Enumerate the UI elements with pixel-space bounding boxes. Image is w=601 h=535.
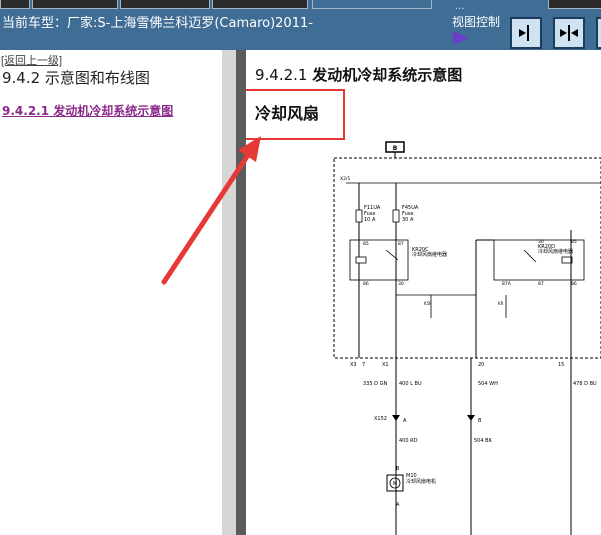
wire-6: 504 BK: [474, 438, 493, 444]
back-link[interactable]: [返回上一级]: [1, 52, 62, 68]
vehicle-title: 当前车型：厂家:S-上海雪佛兰科迈罗(Camaro)2011-: [2, 16, 313, 31]
top-tab-5[interactable]: [312, 0, 432, 9]
wire-4: 478 D BU: [573, 381, 597, 387]
wire-5: 400 RD: [399, 438, 418, 444]
connector-top-label: B: [393, 145, 398, 152]
wire-1: 335 D GN: [363, 381, 387, 387]
conn-x1: X1: [382, 362, 389, 368]
top-tabs: [0, 0, 601, 9]
pin-85a: 85: [363, 241, 369, 247]
split-view-icon: [560, 25, 578, 41]
red-arrow-icon: [161, 136, 261, 285]
top-tab-2[interactable]: [32, 0, 118, 9]
top-tab-6[interactable]: [548, 0, 601, 9]
box-label-text: X2/1: [340, 176, 350, 182]
svg-text:KR: KR: [498, 301, 504, 306]
conn-20: 20: [478, 362, 484, 368]
pin-86a: 86: [363, 281, 369, 287]
pin-b2: B: [396, 466, 400, 472]
top-tab-4[interactable]: [212, 0, 308, 9]
conn-x152: X152: [374, 416, 387, 422]
fuse2-rating: 30 A: [402, 217, 414, 223]
fuse-2: [392, 209, 400, 223]
split-view-button[interactable]: [553, 17, 585, 49]
left-scrollbar[interactable]: [222, 50, 236, 535]
pin-30a: 30: [398, 281, 404, 287]
more-button[interactable]: [596, 17, 601, 49]
play-triangle-icon[interactable]: [453, 31, 469, 45]
pin-b1: B: [478, 418, 482, 424]
pin-87b: 87: [538, 281, 544, 287]
top-tab-1[interactable]: [0, 0, 30, 9]
collapse-left-icon: [519, 25, 529, 41]
relay1-desc: 冷却风扇继电器: [412, 251, 447, 258]
collapse-left-button[interactable]: [510, 17, 542, 49]
conn-15: 15: [558, 362, 564, 368]
more-dots[interactable]: ...: [455, 1, 465, 12]
fuse1-rating: 10 A: [364, 217, 376, 223]
svg-text:K5P: K5P: [424, 301, 432, 306]
pin-a1: A: [403, 418, 407, 424]
top-tab-3[interactable]: [120, 0, 210, 9]
conn-7: 7: [362, 362, 365, 368]
pin-87a: 87: [398, 241, 404, 247]
motor-desc: 冷却风扇电机: [406, 478, 436, 485]
view-control-label: 视图控制: [452, 15, 501, 29]
pin-30b: 30: [538, 239, 544, 245]
motor-symbol-icon: M: [393, 481, 397, 487]
pin-85b: 85: [571, 239, 577, 245]
fuse-1: [355, 209, 363, 223]
wire-2: 400 L BU: [399, 381, 422, 387]
pin-a2: A: [396, 502, 400, 508]
pane-divider[interactable]: [236, 50, 246, 535]
pin-86b: 86: [571, 281, 577, 287]
section-heading: 9.4.2 示意图和布线图: [2, 69, 150, 87]
right-pane: 9.4.2.1 发动机冷却系统示意图 冷却风扇 B X2/1 F11UA Fus…: [246, 50, 601, 535]
conn-x3: X3: [350, 362, 357, 368]
header-bar: ... 当前车型：厂家:S-上海雪佛兰科迈罗(Camaro)2011- 视图控制: [0, 0, 601, 50]
wire-3: 504 WH: [478, 381, 498, 387]
pin-87ab: 87A: [502, 281, 512, 287]
wiring-diagram: B X2/1 F11UA Fuse 10 A F45UA Fuse 30 A K…: [333, 141, 601, 535]
left-pane: [返回上一级] 9.4.2 示意图和布线图 9.4.2.1 发动机冷却系统示意图: [0, 50, 222, 535]
back-link-text[interactable]: [返回上一级]: [1, 55, 62, 67]
relay2-desc: 冷却风扇继电器: [538, 248, 573, 255]
fuse-block-outline: [333, 157, 601, 359]
diagram-link[interactable]: 9.4.2.1 发动机冷却系统示意图: [2, 102, 173, 119]
